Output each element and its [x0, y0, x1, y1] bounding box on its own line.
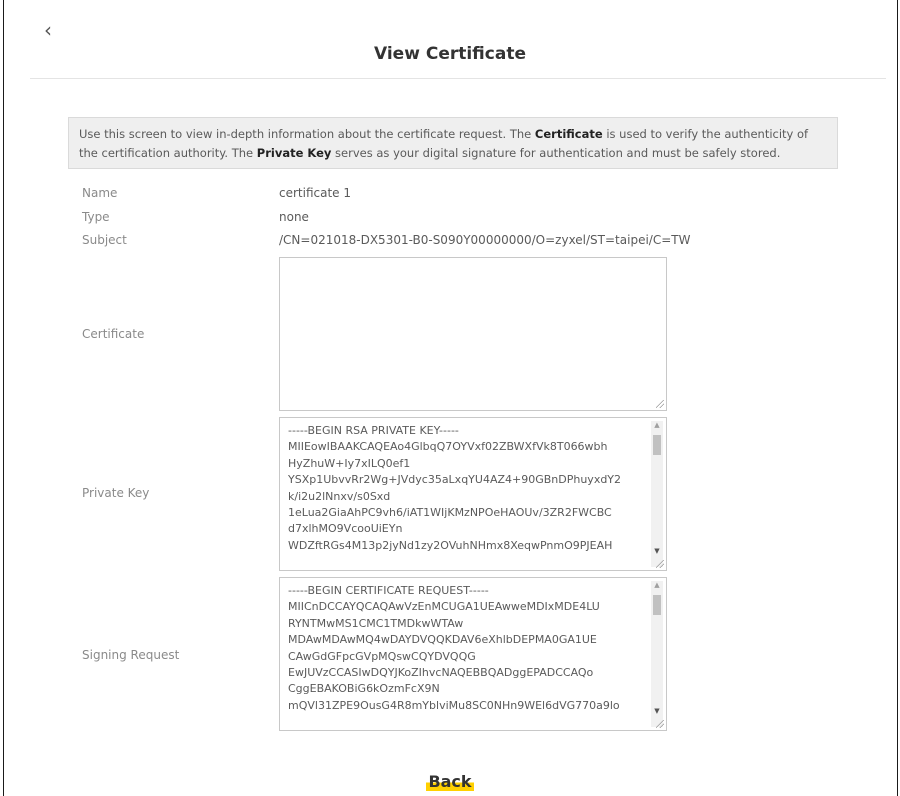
scroll-up-icon[interactable]: ▲ [651, 421, 663, 429]
certificate-textarea[interactable] [279, 257, 667, 411]
type-label: Type [82, 210, 110, 224]
subject-value: /CN=021018-DX5301-B0-S090Y00000000/O=zyx… [279, 233, 691, 247]
info-bold-private-key: Private Key [256, 146, 332, 160]
private-key-text: -----BEGIN RSA PRIVATE KEY----- MIIEowIB… [288, 424, 622, 552]
info-box: Use this screen to view in-depth informa… [68, 117, 838, 169]
signing-request-textarea[interactable]: -----BEGIN CERTIFICATE REQUEST----- MIIC… [279, 577, 667, 731]
type-value: none [279, 210, 309, 224]
title-divider [30, 78, 886, 79]
info-bold-certificate: Certificate [534, 127, 603, 141]
resize-grip-icon[interactable] [656, 720, 664, 728]
private-key-scrollbar[interactable]: ▲ ▼ [651, 421, 663, 567]
scroll-down-icon[interactable]: ▼ [651, 547, 663, 555]
info-text-1: Use this screen to view in-depth informa… [79, 127, 535, 141]
subject-label: Subject [82, 233, 127, 247]
scroll-thumb[interactable] [653, 435, 661, 455]
scroll-down-icon[interactable]: ▼ [651, 707, 663, 715]
scroll-up-icon[interactable]: ▲ [651, 581, 663, 589]
page-title: View Certificate [374, 44, 526, 64]
private-key-textarea[interactable]: -----BEGIN RSA PRIVATE KEY----- MIIEowIB… [279, 417, 667, 571]
signing-request-text: -----BEGIN CERTIFICATE REQUEST----- MIIC… [288, 584, 620, 712]
back-button-label[interactable]: Back [426, 772, 474, 791]
private-key-label: Private Key [82, 486, 150, 500]
signing-request-label: Signing Request [82, 648, 180, 662]
signing-request-scrollbar[interactable]: ▲ ▼ [651, 581, 663, 727]
back-button[interactable]: Back [0, 772, 900, 791]
name-value: certificate 1 [279, 186, 351, 200]
scroll-thumb[interactable] [653, 595, 661, 615]
name-label: Name [82, 186, 118, 200]
resize-grip-icon[interactable] [656, 560, 664, 568]
certificate-label: Certificate [82, 327, 145, 341]
info-text-3: serves as your digital signature for aut… [331, 146, 781, 160]
resize-grip-icon[interactable] [656, 400, 664, 408]
back-arrow-icon[interactable]: ‹ [44, 20, 52, 40]
